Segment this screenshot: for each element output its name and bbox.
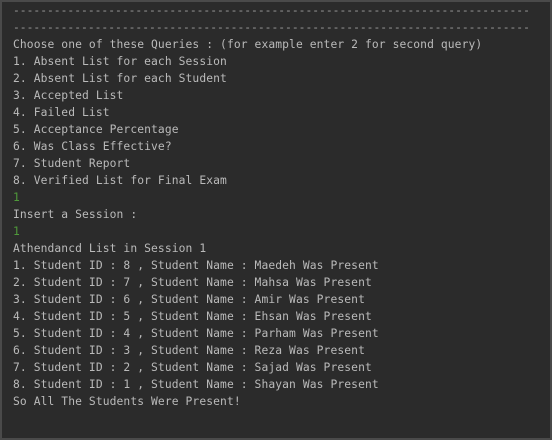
console-output-line: 3. Student ID : 6 , Student Name : Amir … — [13, 293, 365, 306]
console-output-line: 7. Student Report — [13, 157, 131, 170]
console-output-line: 7. Student ID : 2 , Student Name : Sajad… — [13, 361, 372, 374]
console-output-line: So All The Students Were Present! — [13, 395, 241, 408]
console-output-line: 2. Absent List for each Student — [13, 72, 227, 85]
console-output-line: 6. Student ID : 3 , Student Name : Reza … — [13, 344, 365, 357]
console-output-line: 4. Failed List — [13, 106, 110, 119]
console-output-line: Choose one of these Queries : (for examp… — [13, 38, 483, 51]
console-lines: ----------------------------------------… — [13, 2, 530, 410]
console-output-line: 1. Absent List for each Session — [13, 55, 227, 68]
user-input-line: 1 — [13, 225, 20, 238]
console-output-line: 8. Verified List for Final Exam — [13, 174, 227, 187]
console-output-line: Athendancd List in Session 1 — [13, 242, 207, 255]
console-output-line: 5. Student ID : 4 , Student Name : Parha… — [13, 327, 379, 340]
console-output-line: 2. Student ID : 7 , Student Name : Mahsa… — [13, 276, 372, 289]
console-output-line: 5. Acceptance Percentage — [13, 123, 179, 136]
console-output-line: 8. Student ID : 1 , Student Name : Shaya… — [13, 378, 379, 391]
separator-line: ----------------------------------------… — [13, 4, 530, 17]
console-output-line: 1. Student ID : 8 , Student Name : Maede… — [13, 259, 379, 272]
console-output-panel[interactable]: ----------------------------------------… — [0, 0, 552, 440]
console-output-line: Insert a Session : — [13, 208, 138, 221]
console-output-line: 3. Accepted List — [13, 89, 124, 102]
console-output-line: 6. Was Class Effective? — [13, 140, 172, 153]
user-input-line: 1 — [13, 191, 20, 204]
console-output-line: 4. Student ID : 5 , Student Name : Ehsan… — [13, 310, 372, 323]
separator-line: ----------------------------------------… — [13, 21, 530, 34]
